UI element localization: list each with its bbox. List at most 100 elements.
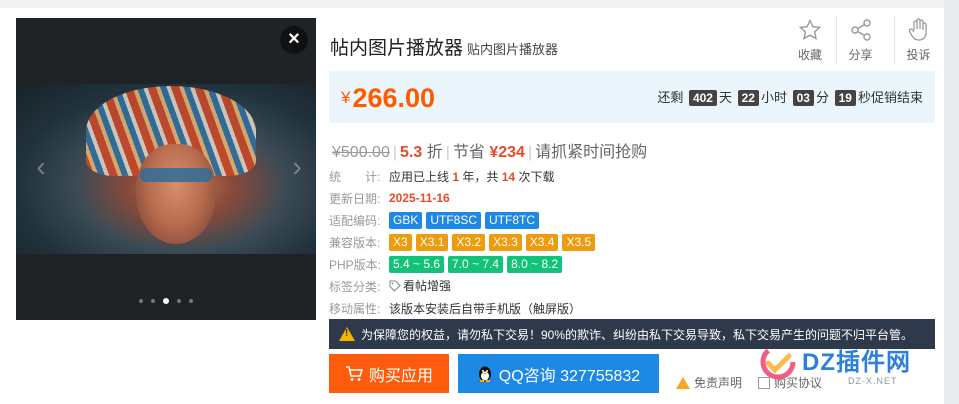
encoding-tag: GBK	[389, 211, 423, 229]
php-label: PHP版本:	[329, 257, 382, 272]
updated-date: 2025-11-16	[389, 191, 450, 205]
image-gallery: ‹ › ×	[16, 18, 316, 320]
version-tag: X3	[389, 233, 412, 251]
price-currency: ¥	[341, 88, 351, 107]
face-paint-shape	[140, 168, 212, 182]
save-label: 节省	[452, 144, 485, 161]
countdown-hours-unit: 小时	[760, 90, 787, 105]
watermark-logo: DZ插件网 DZ-X.NET	[756, 336, 946, 396]
encoding-tag: UTF8SC	[426, 211, 482, 229]
cart-icon	[345, 365, 363, 382]
watermark-url: DZ-X.NET	[848, 376, 898, 386]
countdown-days-unit: 天	[718, 90, 732, 105]
php-row: PHP版本: 5.4 ~ 5.6 7.0 ~ 7.4 8.0 ~ 8.2	[329, 255, 566, 273]
version-tag: X3.2	[452, 233, 486, 251]
updated-label: 更新日期:	[329, 191, 381, 206]
qq-consult-button[interactable]: QQ咨询 327755832	[458, 354, 659, 393]
countdown-suffix: 秒促销结束	[857, 90, 923, 105]
price-box: ¥266.00 还剩 402 天 22 小时 03 分 19 秒促销结束	[329, 71, 935, 123]
mobile-row: 移动属性: 该版本安装后自带手机版（触屏版）	[329, 299, 581, 317]
encoding-row: 适配编码: GBK UTF8SC UTF8TC	[329, 211, 543, 229]
disclaimer-link[interactable]: 免责声明	[676, 374, 742, 391]
countdown-days: 402	[688, 90, 717, 106]
separator: |	[392, 144, 397, 161]
hand-icon	[895, 16, 942, 44]
favorite-button[interactable]: 收藏	[786, 16, 834, 64]
warning-icon	[339, 327, 355, 341]
gallery-next-arrow[interactable]: ›	[288, 152, 306, 182]
version-tag: X3.5	[562, 233, 596, 251]
share-icon	[837, 16, 884, 44]
warning-small-icon	[676, 376, 690, 389]
original-price: ¥500.00	[332, 144, 390, 161]
mobile-value: 该版本安装后自带手机版（触屏版）	[389, 301, 582, 316]
countdown-hours: 22	[737, 90, 759, 106]
php-tag: 7.0 ~ 7.4	[448, 255, 504, 273]
separator: |	[445, 144, 450, 161]
qq-label: QQ咨询 327755832	[498, 367, 641, 385]
category-row: 标签分类: 看帖增强	[329, 277, 451, 295]
stats-value: 应用已上线 1 年，共 14 次下载	[389, 168, 554, 185]
star-icon	[786, 16, 834, 44]
updated-row: 更新日期: 2025-11-16	[329, 189, 450, 207]
version-tag: X3.1	[415, 233, 449, 251]
discount-rate-unit: 折	[426, 144, 443, 161]
gallery-image[interactable]	[16, 84, 316, 254]
php-tag: 8.0 ~ 8.2	[507, 255, 563, 273]
report-button[interactable]: 投诉	[894, 16, 942, 64]
qq-penguin-icon	[477, 365, 493, 383]
encoding-label: 适配编码:	[329, 213, 381, 228]
separator: |	[527, 144, 533, 161]
countdown-seconds: 19	[834, 90, 856, 106]
gallery-dots	[16, 298, 316, 304]
category-link[interactable]: 看帖增强	[389, 277, 451, 295]
product-title: 帖内图片播放器 贴内图片播放器	[330, 33, 558, 60]
stats-prefix: 应用已上线	[389, 169, 450, 184]
watermark-brand: DZ插件网	[802, 349, 911, 376]
gallery-dot[interactable]	[177, 299, 181, 303]
dz-logo-icon	[760, 344, 796, 380]
category-value: 看帖增强	[403, 279, 452, 293]
face-shape	[136, 144, 216, 244]
countdown-prefix: 还剩	[657, 90, 684, 105]
report-label: 投诉	[906, 48, 931, 62]
disclaimer-label: 免责声明	[694, 376, 743, 390]
countdown-minutes: 03	[792, 90, 814, 106]
stats-row: 统 计: 应用已上线 1 年，共 14 次下载	[329, 167, 554, 185]
countdown-minutes-unit: 分	[815, 90, 829, 105]
tag-icon	[389, 280, 401, 295]
buy-button[interactable]: 购买应用	[329, 354, 449, 393]
stats-suffix: 次下载	[518, 169, 555, 184]
share-button[interactable]: 分享	[836, 16, 884, 64]
version-tag: X3.4	[525, 233, 559, 251]
page-scroll-strip	[944, 0, 959, 404]
mobile-label: 移动属性:	[329, 301, 381, 316]
gallery-dot-active[interactable]	[163, 298, 169, 304]
encoding-tag: UTF8TC	[485, 211, 540, 229]
discount-hint: 请抓紧时间抢购	[535, 144, 648, 161]
favorite-label: 收藏	[797, 48, 822, 62]
buy-label: 购买应用	[368, 367, 433, 385]
category-label: 标签分类:	[329, 279, 381, 294]
version-tag: X3.3	[489, 233, 522, 251]
gallery-dot[interactable]	[189, 299, 193, 303]
versions-label: 兼容版本:	[329, 235, 381, 250]
price: ¥266.00	[341, 83, 435, 114]
product-title-text: 帖内图片播放器	[330, 38, 464, 59]
stats-years: 1	[452, 169, 460, 184]
versions-row: 兼容版本: X3 X3.1 X3.2 X3.3 X3.4 X3.5	[329, 233, 599, 251]
stats-downloads: 14	[501, 169, 516, 184]
product-subtitle: 贴内图片播放器	[467, 42, 559, 57]
discount-line: ¥500.00 | 5.3 折 | 节省 ¥234 | 请抓紧时间抢购	[332, 138, 647, 162]
save-amount: ¥234	[489, 144, 525, 161]
close-button[interactable]: ×	[280, 26, 308, 54]
gallery-dot[interactable]	[151, 299, 155, 303]
stats-label: 统 计:	[329, 169, 381, 184]
countdown: 还剩 402 天 22 小时 03 分 19 秒促销结束	[657, 87, 923, 106]
share-label: 分享	[848, 48, 873, 62]
php-tag: 5.4 ~ 5.6	[389, 255, 445, 273]
discount-rate: 5.3	[400, 144, 423, 161]
stats-mid: 年，共	[462, 169, 499, 184]
gallery-prev-arrow[interactable]: ‹	[32, 152, 50, 182]
gallery-dot[interactable]	[139, 299, 143, 303]
